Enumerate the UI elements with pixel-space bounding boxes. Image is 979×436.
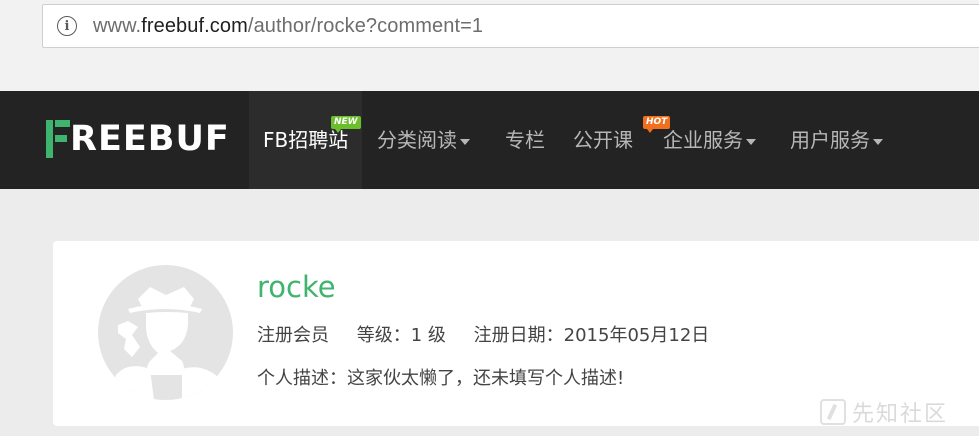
caret-down-icon	[460, 138, 470, 145]
caret-down-icon	[873, 138, 883, 145]
member-type: 注册会员	[257, 325, 329, 346]
nav-item-label: 分类阅读	[377, 128, 457, 152]
member-level: 等级：1 级	[356, 325, 446, 346]
default-avatar-icon	[108, 287, 224, 400]
info-icon[interactable]: i	[57, 16, 77, 36]
nav-item-label: 公开课	[573, 128, 633, 152]
nav-item-columns[interactable]: 专栏	[505, 127, 545, 153]
nav-item-open-course[interactable]: 公开课	[573, 127, 633, 153]
freebuf-logo[interactable]: REEBUF	[46, 119, 230, 159]
url-path: /author/rocke?comment=1	[247, 14, 484, 37]
logo-mark-icon	[46, 120, 70, 158]
nav-item-user-services[interactable]: 用户服务	[790, 127, 883, 153]
url-domain: freebuf.com	[141, 14, 248, 37]
profile-description: 个人描述：这家伙太懒了，还未填写个人描述!	[257, 368, 625, 389]
profile-meta: 注册会员 等级：1 级 注册日期：2015年05月12日	[257, 324, 731, 348]
new-badge: NEW	[331, 116, 361, 133]
caret-down-icon	[746, 138, 756, 145]
site-navbar: REEBUF FB招聘站 NEW 分类阅读 专栏 公开课 HOT 企业服务 用户…	[0, 91, 979, 189]
address-bar[interactable]: i www.freebuf.com/author/rocke?comment=1	[42, 4, 979, 48]
watermark-text: 先知社区	[852, 402, 949, 427]
url-prefix: www.	[93, 14, 142, 37]
nav-item-enterprise[interactable]: 企业服务	[663, 127, 756, 153]
nav-item-label: 用户服务	[790, 128, 870, 152]
username-link[interactable]: rocke	[257, 269, 336, 305]
avatar[interactable]	[98, 265, 233, 400]
nav-item-label: 专栏	[505, 128, 545, 152]
registration-date: 注册日期：2015年05月12日	[473, 325, 710, 346]
xianzhi-logo-icon	[820, 399, 846, 425]
nav-item-label: 企业服务	[663, 128, 743, 152]
url-text[interactable]: www.freebuf.com/author/rocke?comment=1	[93, 15, 483, 38]
browser-chrome: i www.freebuf.com/author/rocke?comment=1	[0, 0, 979, 91]
logo-text: REEBUF	[70, 119, 230, 159]
watermark: 先知社区	[820, 396, 948, 428]
nav-item-categories[interactable]: 分类阅读	[377, 127, 470, 153]
